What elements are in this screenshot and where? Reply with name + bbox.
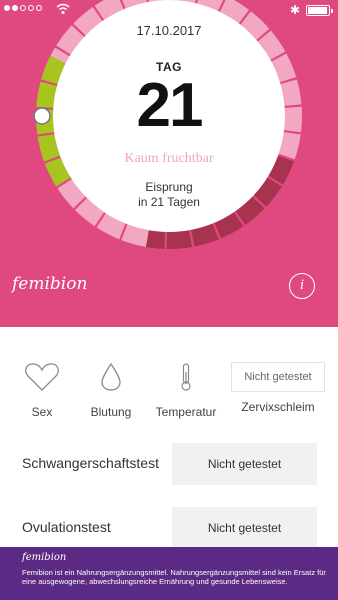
fertility-status: Kaum fruchtbar (124, 151, 214, 166)
track-blutung-button[interactable]: Blutung (88, 362, 134, 419)
track-zervix-button[interactable]: Nicht getestet Zervixschleim (231, 362, 325, 414)
ovulation-title: Eisprung (145, 180, 193, 194)
femibion-logo: femibion (12, 274, 88, 294)
ovulation-countdown: in 21 Tagen (138, 195, 200, 209)
track-temperatur-button[interactable]: Temperatur (152, 362, 220, 419)
cycle-header: 17.10.2017 TAG 21 Kaum fruchtbar Eisprun… (0, 0, 338, 327)
disclaimer-banner[interactable]: femibion Femibion ist ein Nahrungsergänz… (0, 547, 338, 600)
disclaimer-text: Femibion ist ein Nahrungsergänzungsmitte… (22, 568, 326, 586)
clock: 19:42 (152, 3, 186, 18)
blutung-label: Blutung (90, 405, 132, 419)
pregnancy-test-button[interactable]: Nicht getestet (172, 443, 317, 485)
temperatur-label: Temperatur (155, 405, 217, 419)
status-bar: 19:42 ✱ (0, 0, 338, 20)
info-button[interactable]: i (289, 273, 315, 299)
zervix-label: Zervixschleim (241, 400, 315, 414)
cycle-ring-segment (166, 230, 193, 249)
app-screen: 17.10.2017 TAG 21 Kaum fruchtbar Eisprun… (0, 0, 338, 600)
current-date: 17.10.2017 (136, 23, 202, 38)
pregnancy-test-label: Schwangerschaftstest (22, 455, 159, 471)
pregnancy-test-row: Schwangerschaftstest Nicht getestet (0, 443, 338, 485)
zervix-status: Nicht getestet (231, 362, 325, 392)
track-sex-button[interactable]: Sex (22, 362, 62, 419)
ovulation-test-label: Ovulationstest (22, 519, 111, 535)
footer-logo: femibion (22, 552, 67, 563)
cycle-day-number: 21 (136, 71, 204, 140)
tracking-row: Sex Blutung Temperatur Nicht getestet Ze… (0, 362, 338, 422)
battery-icon (306, 5, 333, 16)
ovulation-test-button[interactable]: Nicht getestet (172, 507, 317, 549)
drop-icon (101, 362, 121, 391)
heart-icon (25, 363, 59, 391)
sex-label: Sex (31, 405, 53, 419)
bluetooth-icon: ✱ (290, 3, 301, 17)
thermometer-icon (181, 363, 191, 391)
ovulation-test-row: Ovulationstest Nicht getestet (0, 507, 338, 549)
ovulation-info: Eisprung in 21 Tagen (0, 180, 338, 210)
